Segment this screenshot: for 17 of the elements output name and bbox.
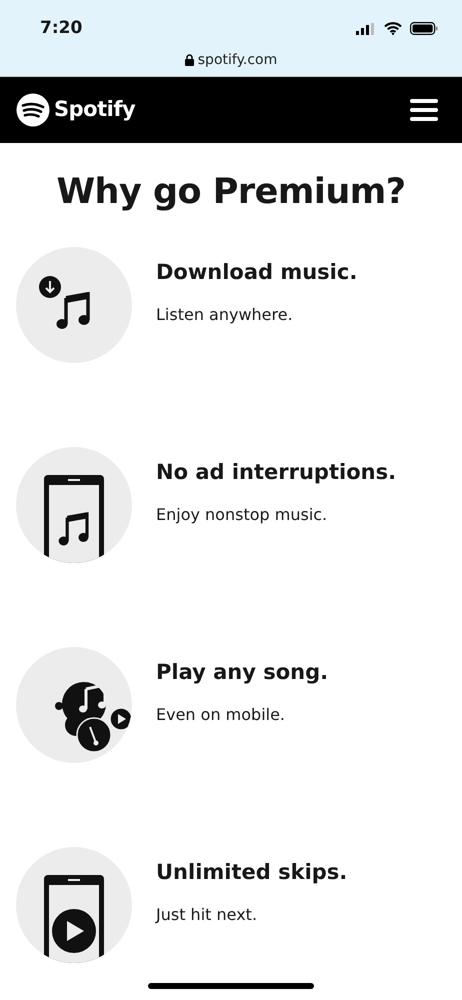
lock-icon xyxy=(184,54,194,66)
feature-title: No ad interruptions. xyxy=(156,459,396,486)
feature-title: Download music. xyxy=(156,259,358,286)
wifi-icon xyxy=(384,22,402,36)
feature-description: Even on mobile. xyxy=(156,704,286,726)
feature-title: Unlimited skips. xyxy=(156,859,348,886)
feature-description: Just hit next. xyxy=(156,904,258,926)
signal-icon xyxy=(356,22,376,35)
menu-button[interactable] xyxy=(410,99,438,121)
brand-logo[interactable]: Spotify xyxy=(16,93,136,127)
page-heading: Why go Premium? xyxy=(55,171,407,213)
battery-icon xyxy=(410,22,438,36)
feature-title: Play any song. xyxy=(156,659,328,686)
feature-description: Listen anywhere. xyxy=(156,304,294,326)
address-url[interactable]: spotify.com xyxy=(198,50,278,70)
feature-description: Enjoy nonstop music. xyxy=(156,504,328,526)
clock-time: 7:20 xyxy=(40,17,82,40)
